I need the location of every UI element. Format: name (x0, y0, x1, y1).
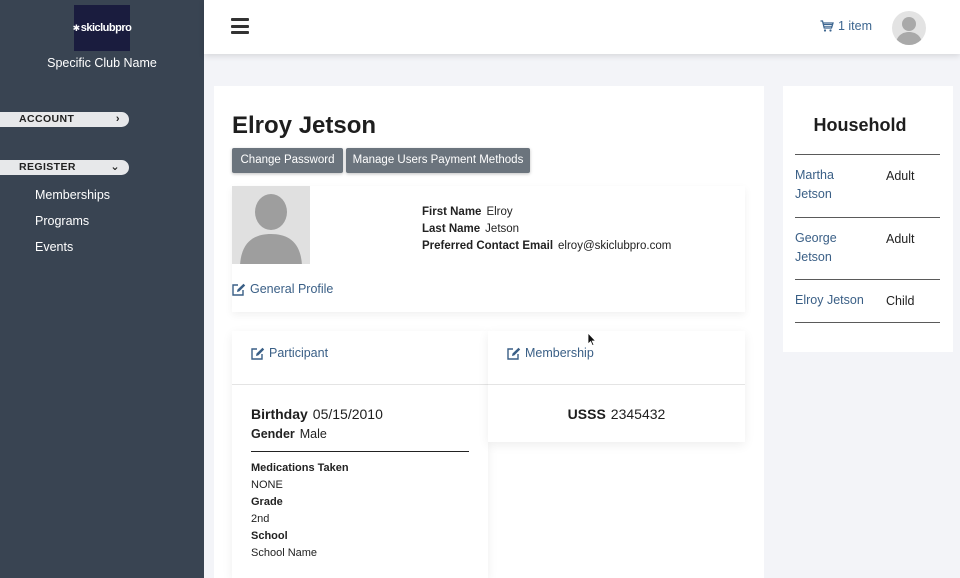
general-profile-label: General Profile (250, 282, 334, 296)
menu-icon[interactable] (231, 18, 249, 34)
medications-label: Medications Taken (251, 462, 349, 474)
change-password-button[interactable]: Change Password (232, 148, 343, 173)
email-value: elroy@skiclubpro.com (558, 240, 672, 252)
last-name-row: Last Name Jetson (422, 223, 519, 235)
first-name-row: First Name Elroy (422, 206, 513, 218)
divider (795, 154, 940, 155)
register-label: REGISTER (19, 161, 76, 173)
page-title: Elroy Jetson (232, 112, 377, 139)
membership-header: Membership (488, 331, 745, 385)
membership-section: Membership USSS 2345432 (488, 331, 745, 442)
membership-edit-link[interactable]: Membership (507, 346, 594, 360)
medications-value: NONE (251, 479, 283, 491)
manage-payment-methods-button[interactable]: Manage Users Payment Methods (346, 148, 530, 173)
household-member-role: Adult (886, 232, 915, 246)
club-logo[interactable]: ✱ skiclubpro (73, 5, 132, 51)
household-member-role: Child (886, 294, 915, 308)
profile-photo (232, 186, 310, 264)
register-menu-toggle[interactable]: REGISTER ⌄ (0, 160, 129, 175)
club-name: Specific Club Name (47, 56, 157, 70)
edit-icon (251, 347, 265, 360)
account-menu-toggle[interactable]: ACCOUNT › (0, 112, 129, 127)
household-member-name[interactable]: Martha Jetson (795, 166, 865, 204)
membership-heading: Membership (525, 346, 594, 360)
membership-org-label: USSS (567, 406, 606, 422)
divider (795, 217, 940, 218)
school-label: School (251, 530, 288, 542)
first-name-value: Elroy (486, 206, 513, 218)
household-panel: Household Martha Jetson Adult George Jet… (783, 86, 953, 352)
divider (795, 322, 940, 323)
participant-header: Participant (232, 331, 488, 385)
membership-number-row: USSS 2345432 (488, 406, 745, 422)
sidebar: ✱ skiclubpro Specific Club Name ACCOUNT ›… (0, 0, 204, 578)
sidebar-item-programs[interactable]: Programs (35, 214, 89, 228)
general-profile-link[interactable]: General Profile (232, 282, 333, 296)
edit-icon (507, 347, 521, 360)
grade-label: Grade (251, 496, 283, 508)
birthday-value: 05/15/2010 (312, 406, 383, 422)
general-profile-section: First Name Elroy Last Name Jetson Preferre… (232, 186, 745, 312)
profile-card: Elroy Jetson Change Password Manage User… (214, 86, 764, 578)
sidebar-item-memberships[interactable]: Memberships (35, 188, 110, 202)
cart-count: 1 item (837, 19, 872, 33)
divider (795, 279, 940, 280)
divider (251, 451, 469, 452)
gender-row: Gender Male (251, 427, 327, 441)
account-label: ACCOUNT (19, 113, 75, 125)
participant-section: Participant Birthday 05/15/2010 Gender Mal… (232, 331, 488, 578)
cart-link[interactable]: 1 item (820, 19, 872, 33)
sidebar-item-events[interactable]: Events (35, 240, 73, 254)
edit-icon (232, 283, 246, 296)
school-value: School Name (251, 547, 318, 559)
email-label: Preferred Contact Email (422, 240, 554, 252)
birthday-label: Birthday (251, 406, 308, 422)
cart-icon (820, 20, 834, 32)
email-row: Preferred Contact Email elroy@skiclubpro.… (422, 240, 671, 252)
mouse-cursor-icon (587, 332, 597, 347)
household-title: Household (813, 115, 907, 135)
gender-value: Male (299, 427, 327, 441)
grade-value: 2nd (251, 513, 270, 525)
top-bar: 1 item (204, 0, 960, 54)
last-name-value: Jetson (485, 223, 520, 235)
chevron-down-icon: ⌄ (110, 161, 120, 173)
first-name-label: First Name (422, 206, 482, 218)
birthday-row: Birthday 05/15/2010 (251, 406, 383, 422)
logo-text: skiclubpro (80, 22, 132, 34)
user-avatar-icon[interactable] (892, 11, 926, 45)
household-member-role: Adult (886, 169, 915, 183)
participant-heading: Participant (269, 346, 329, 360)
household-member-name[interactable]: George Jetson (795, 229, 865, 267)
gender-label: Gender (251, 427, 295, 441)
chevron-right-icon: › (115, 113, 120, 125)
last-name-label: Last Name (422, 223, 481, 235)
participant-edit-link[interactable]: Participant (251, 346, 328, 360)
membership-number: 2345432 (610, 406, 666, 422)
